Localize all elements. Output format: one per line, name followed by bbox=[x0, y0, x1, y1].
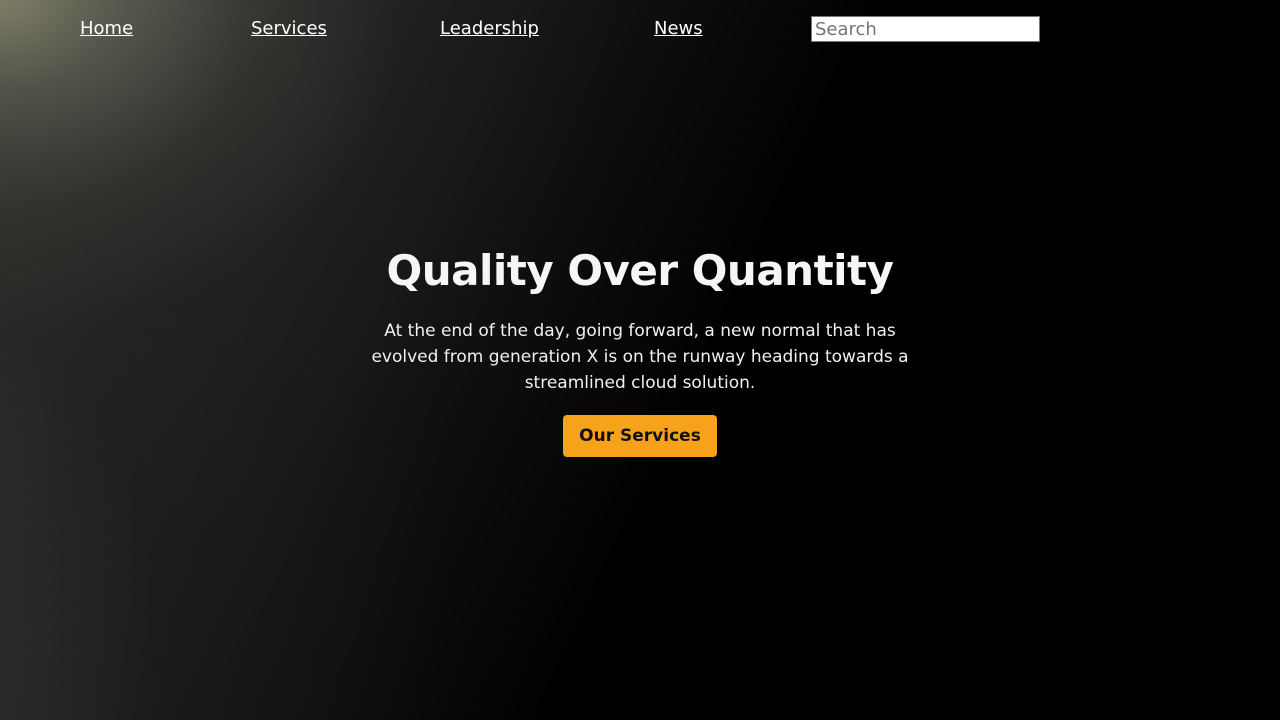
hero-section: Quality Over Quantity At the end of the … bbox=[340, 240, 940, 457]
top-navigation: Home Services Leadership News bbox=[0, 0, 1280, 58]
nav-link-home[interactable]: Home bbox=[80, 17, 133, 41]
nav-link-leadership[interactable]: Leadership bbox=[440, 17, 539, 41]
search-input[interactable] bbox=[811, 16, 1040, 42]
nav-link-services[interactable]: Services bbox=[251, 17, 327, 41]
nav-link-news[interactable]: News bbox=[654, 17, 703, 41]
our-services-button[interactable]: Our Services bbox=[563, 415, 717, 457]
hero-title: Quality Over Quantity bbox=[386, 246, 895, 295]
hero-description: At the end of the day, going forward, a … bbox=[371, 321, 909, 393]
